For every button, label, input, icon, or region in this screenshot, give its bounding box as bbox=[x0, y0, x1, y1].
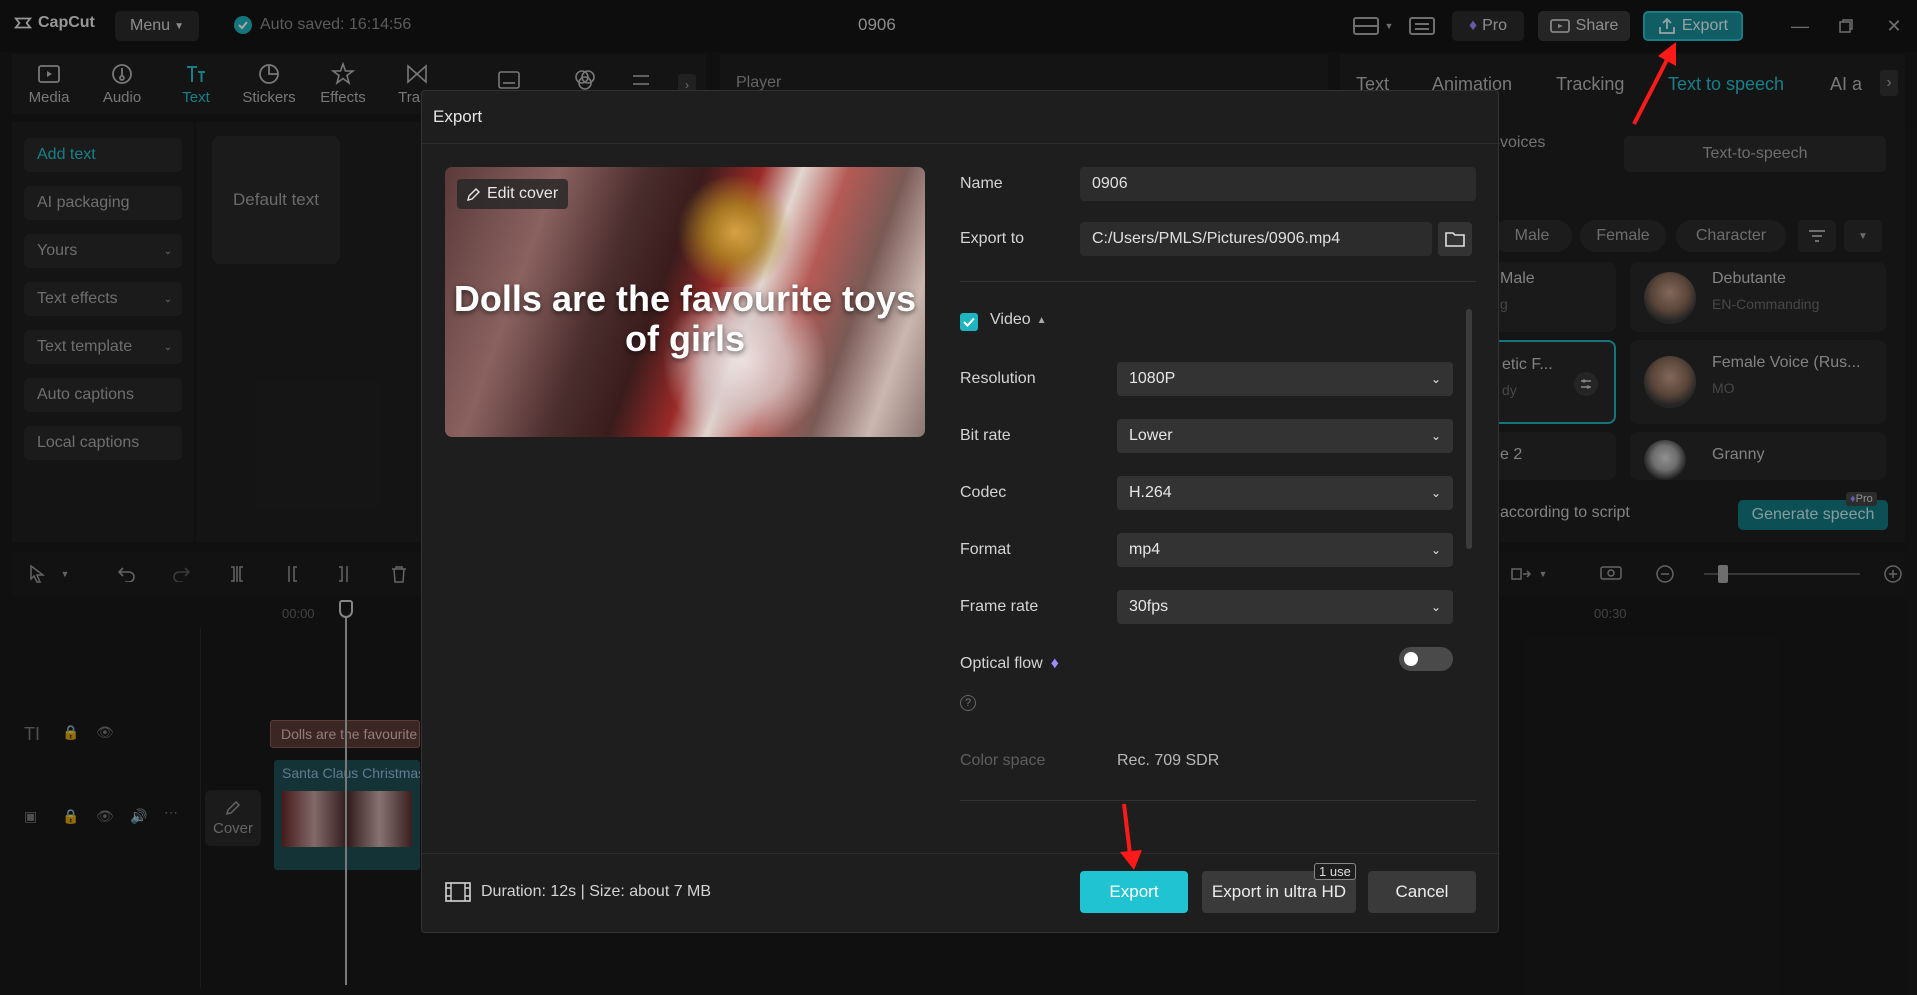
folder-icon[interactable] bbox=[1438, 222, 1472, 256]
resolution-select[interactable]: 1080P ⌄ bbox=[1117, 362, 1453, 396]
chevron-down-icon: ⌄ bbox=[1431, 543, 1441, 557]
film-icon bbox=[445, 882, 471, 902]
resolution-value: 1080P bbox=[1129, 370, 1175, 388]
divider bbox=[422, 853, 1500, 854]
format-select[interactable]: mp4 ⌄ bbox=[1117, 533, 1453, 567]
color-space-value: Rec. 709 SDR bbox=[1117, 752, 1219, 770]
optical-flow-label: Optical flow bbox=[960, 655, 1043, 673]
export-button-label: Export bbox=[1109, 882, 1158, 902]
annotation-arrow-icon bbox=[1110, 800, 1150, 874]
export-to-label: Export to bbox=[960, 230, 1024, 248]
annotation-arrow-icon bbox=[1620, 40, 1700, 130]
bitrate-label: Bit rate bbox=[960, 427, 1011, 445]
pencil-icon bbox=[467, 187, 481, 201]
framerate-label: Frame rate bbox=[960, 598, 1038, 616]
divider bbox=[422, 143, 1500, 144]
codec-label: Codec bbox=[960, 484, 1006, 502]
video-checkbox[interactable] bbox=[960, 313, 978, 331]
chevron-down-icon: ⌄ bbox=[1431, 429, 1441, 443]
export-dialog-title: Export bbox=[433, 107, 482, 127]
cover-preview: Dolls are the favourite toys of girls Ed… bbox=[445, 167, 925, 437]
divider bbox=[960, 281, 1476, 282]
video-section-toggle[interactable]: Video ▲ bbox=[990, 311, 1047, 329]
cancel-button-label: Cancel bbox=[1396, 882, 1449, 902]
codec-value: H.264 bbox=[1129, 484, 1172, 502]
help-icon[interactable]: ? bbox=[960, 695, 976, 711]
bitrate-value: Lower bbox=[1129, 427, 1173, 445]
framerate-select[interactable]: 30fps ⌄ bbox=[1117, 590, 1453, 624]
framerate-value: 30fps bbox=[1129, 598, 1168, 616]
export-path-input[interactable]: C:/Users/PMLS/Pictures/0906.mp4 bbox=[1080, 222, 1432, 256]
diamond-icon: ♦ bbox=[1051, 655, 1059, 673]
export-info: Duration: 12s | Size: about 7 MB bbox=[445, 882, 711, 902]
divider bbox=[960, 800, 1476, 801]
bitrate-select[interactable]: Lower ⌄ bbox=[1117, 419, 1453, 453]
chevron-up-icon: ▲ bbox=[1037, 315, 1047, 326]
color-space-label: Color space bbox=[960, 752, 1045, 770]
name-label: Name bbox=[960, 175, 1003, 193]
format-label: Format bbox=[960, 541, 1011, 559]
export-dialog: Export Dolls are the favourite toys of g… bbox=[421, 90, 1499, 933]
export-info-text: Duration: 12s | Size: about 7 MB bbox=[481, 883, 711, 901]
optical-flow-toggle[interactable] bbox=[1399, 647, 1453, 671]
format-value: mp4 bbox=[1129, 541, 1160, 559]
export-ultra-hd-label: Export in ultra HD bbox=[1212, 882, 1346, 902]
resolution-label: Resolution bbox=[960, 370, 1036, 388]
codec-select[interactable]: H.264 ⌄ bbox=[1117, 476, 1453, 510]
optical-flow-row: Optical flow ♦ bbox=[960, 655, 1059, 673]
edit-cover-label: Edit cover bbox=[487, 185, 558, 203]
ultra-hd-badge: 1 use bbox=[1314, 863, 1356, 880]
video-section-label: Video bbox=[990, 311, 1031, 329]
toggle-knob bbox=[1404, 652, 1418, 666]
cover-caption: Dolls are the favourite toys of girls bbox=[445, 279, 925, 359]
chevron-down-icon: ⌄ bbox=[1431, 600, 1441, 614]
edit-cover-button[interactable]: Edit cover bbox=[457, 179, 568, 209]
export-button[interactable]: Export bbox=[1080, 871, 1188, 913]
settings-scrollbar[interactable] bbox=[1466, 309, 1472, 549]
cancel-button[interactable]: Cancel bbox=[1368, 871, 1476, 913]
name-input[interactable]: 0906 bbox=[1080, 167, 1476, 201]
chevron-down-icon: ⌄ bbox=[1431, 372, 1441, 386]
chevron-down-icon: ⌄ bbox=[1431, 486, 1441, 500]
